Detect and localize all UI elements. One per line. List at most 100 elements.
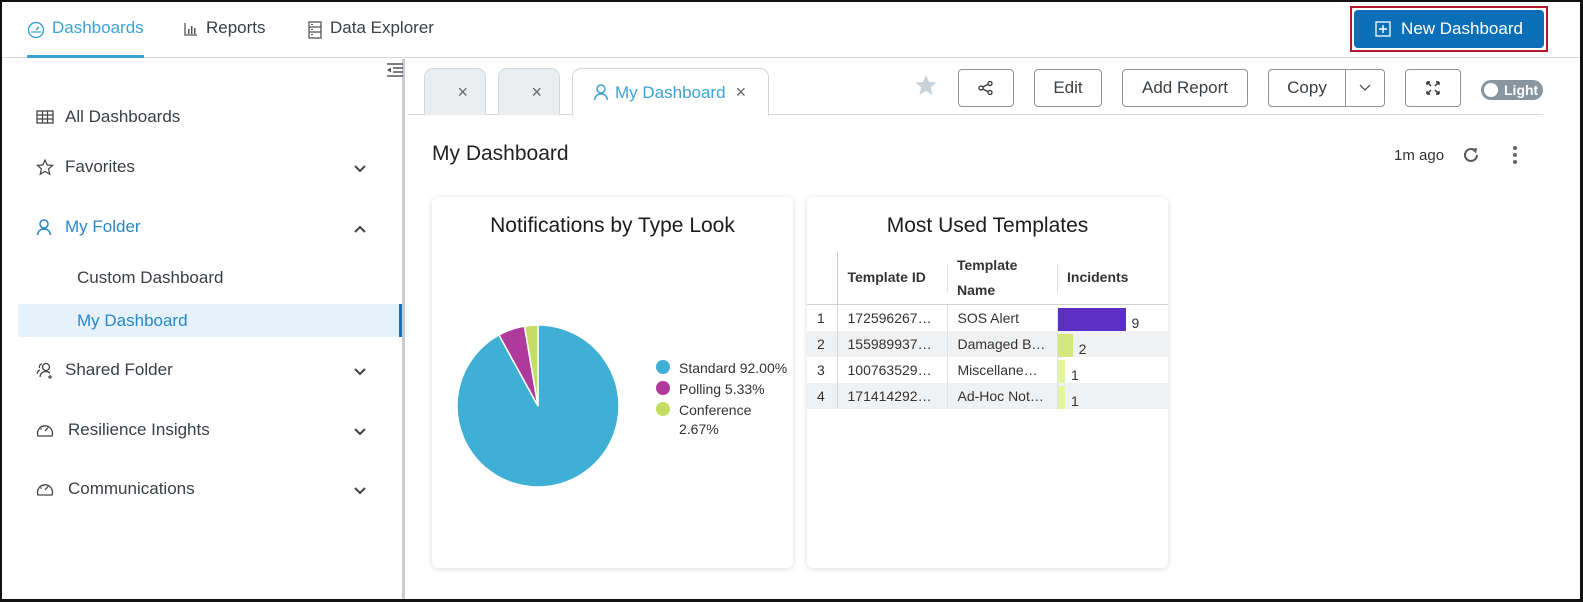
- nav-tab-dashboards[interactable]: Dashboards: [27, 18, 144, 58]
- template-id-cell: 100763529…: [837, 356, 948, 383]
- expand-icon: [1426, 81, 1440, 95]
- incidents-bar: [1057, 359, 1066, 383]
- dashboard-tabs-bar: × × My Dashboard × Edit Add Report Copy: [408, 59, 1543, 116]
- close-tab-icon[interactable]: ×: [457, 82, 468, 103]
- theme-toggle[interactable]: Light: [1481, 80, 1543, 100]
- incidents-cell: 1: [1057, 382, 1168, 409]
- table-header-row: Template ID Template Name Incidents: [807, 252, 1168, 305]
- edit-button[interactable]: Edit: [1034, 69, 1102, 107]
- new-dashboard-label: New Dashboard: [1401, 19, 1523, 38]
- chevron-down-icon[interactable]: [354, 158, 366, 178]
- gauge-icon: [27, 21, 45, 39]
- column-header-template-name[interactable]: Template Name: [947, 252, 1057, 305]
- database-icon: [308, 21, 322, 39]
- close-tab-icon[interactable]: ×: [531, 82, 542, 103]
- incidents-bar: [1057, 333, 1073, 357]
- incidents-value: 2: [1078, 340, 1087, 357]
- star-outline-icon: [36, 158, 58, 176]
- column-header-template-id[interactable]: Template ID: [837, 252, 947, 305]
- nav-tab-label: Data Explorer: [330, 18, 434, 37]
- incidents-bar: [1057, 307, 1126, 331]
- legend-label: Polling 5.33%: [679, 381, 765, 397]
- sidebar: All Dashboards Favorites My Folder Custo…: [2, 59, 405, 599]
- dashboard-tab[interactable]: ×: [424, 68, 486, 115]
- templates-table: Template ID Template Name Incidents 1 172…: [807, 252, 1168, 409]
- favorite-star-icon[interactable]: [914, 74, 938, 102]
- shared-users-icon: [36, 362, 58, 379]
- close-tab-icon[interactable]: ×: [736, 82, 747, 103]
- incidents-value: 1: [1071, 366, 1079, 383]
- incidents-value: 1: [1071, 392, 1079, 409]
- incidents-value: 9: [1131, 314, 1140, 331]
- copy-dropdown-chevron-icon[interactable]: [1346, 84, 1384, 92]
- row-number: 4: [807, 382, 838, 409]
- dashboard-tab-my-dashboard[interactable]: My Dashboard ×: [572, 68, 769, 116]
- sidebar-subitem-my-dashboard[interactable]: My Dashboard: [18, 304, 402, 337]
- chevron-down-icon[interactable]: [354, 361, 366, 381]
- copy-split-button: Copy: [1268, 69, 1385, 107]
- pie-legend: Standard 92.00% Polling 5.33% Conference 2…: [656, 359, 793, 441]
- add-report-button[interactable]: Add Report: [1122, 69, 1248, 107]
- top-nav: Dashboards Reports Data Explorer New Das…: [2, 2, 1580, 58]
- nav-tab-data-explorer[interactable]: Data Explorer: [307, 18, 434, 58]
- incidents-bar: [1057, 385, 1066, 409]
- legend-swatch: [656, 381, 670, 395]
- sidebar-item-all-dashboards[interactable]: All Dashboards: [36, 103, 366, 131]
- sidebar-item-favorites[interactable]: Favorites: [36, 153, 366, 181]
- more-options-icon[interactable]: [1512, 145, 1518, 170]
- gauge-icon: [36, 481, 58, 497]
- widget-title: Most Used Templates: [886, 214, 1089, 237]
- share-button[interactable]: [958, 69, 1014, 107]
- sidebar-subitem-label: My Dashboard: [77, 310, 188, 330]
- legend-item-polling[interactable]: Polling 5.33%: [656, 380, 793, 399]
- chevron-down-icon[interactable]: [354, 480, 366, 500]
- template-name-cell: Miscellane…: [947, 356, 1058, 383]
- legend-label: Conference 2.67%: [679, 402, 752, 437]
- sidebar-item-label: My Folder: [65, 217, 141, 236]
- template-id-cell: 155989937…: [837, 330, 948, 357]
- copy-button[interactable]: Copy: [1269, 70, 1346, 106]
- incidents-cell: 9: [1057, 304, 1168, 331]
- dashboard-title: My Dashboard: [432, 142, 569, 165]
- tab-label: My Dashboard: [615, 82, 726, 102]
- template-id-cell: 172596267…: [837, 304, 948, 331]
- sidebar-item-label: Shared Folder: [65, 360, 173, 379]
- collapse-sidebar-icon[interactable]: [386, 62, 404, 83]
- legend-item-standard[interactable]: Standard 92.00%: [656, 359, 793, 378]
- legend-item-conference[interactable]: Conference 2.67%: [656, 401, 793, 439]
- app-window: Dashboards Reports Data Explorer New Das…: [0, 0, 1583, 602]
- sidebar-item-shared-folder[interactable]: Shared Folder: [36, 356, 366, 384]
- theme-toggle-label: Light: [1504, 82, 1539, 98]
- grid-icon: [36, 110, 58, 124]
- edit-label: Edit: [1053, 78, 1083, 97]
- fullscreen-button[interactable]: [1405, 69, 1461, 107]
- sidebar-item-my-folder[interactable]: My Folder: [36, 213, 366, 241]
- sidebar-subitem-custom-dashboard[interactable]: Custom Dashboard: [18, 261, 402, 294]
- incidents-cell: 1: [1057, 357, 1168, 383]
- table-row[interactable]: 3 100763529… Miscellane… 1: [807, 356, 1168, 383]
- template-name-cell: Ad-Hoc Not…: [947, 382, 1058, 409]
- new-dashboard-button[interactable]: New Dashboard: [1354, 10, 1544, 48]
- user-icon: [36, 218, 58, 236]
- bar-chart-icon: [184, 23, 197, 36]
- table-row[interactable]: 1 172596267… SOS Alert 9: [807, 304, 1168, 331]
- chevron-up-icon[interactable]: [354, 218, 366, 238]
- dashboard-tab[interactable]: ×: [498, 68, 560, 115]
- sidebar-item-resilience-insights[interactable]: Resilience Insights: [36, 416, 366, 444]
- column-header-incidents[interactable]: Incidents: [1057, 252, 1168, 305]
- table-row[interactable]: 4 171414292… Ad-Hoc Not… 1: [807, 382, 1168, 409]
- table-row[interactable]: 2 155989937… Damaged B… 2: [807, 330, 1168, 357]
- nav-tab-label: Dashboards: [52, 18, 144, 37]
- sidebar-item-communications[interactable]: Communications: [36, 475, 366, 503]
- legend-swatch: [656, 402, 670, 416]
- template-name-cell: SOS Alert: [947, 304, 1058, 331]
- share-icon: [978, 81, 993, 95]
- template-id-cell: 171414292…: [837, 382, 948, 409]
- chevron-down-icon[interactable]: [354, 421, 366, 441]
- refresh-icon[interactable]: [1461, 145, 1481, 170]
- incidents-cell: 2: [1057, 330, 1168, 357]
- sidebar-item-label: Resilience Insights: [68, 420, 210, 439]
- nav-tab-label: Reports: [206, 18, 266, 37]
- nav-tab-reports[interactable]: Reports: [183, 18, 266, 58]
- row-number: 1: [807, 304, 838, 331]
